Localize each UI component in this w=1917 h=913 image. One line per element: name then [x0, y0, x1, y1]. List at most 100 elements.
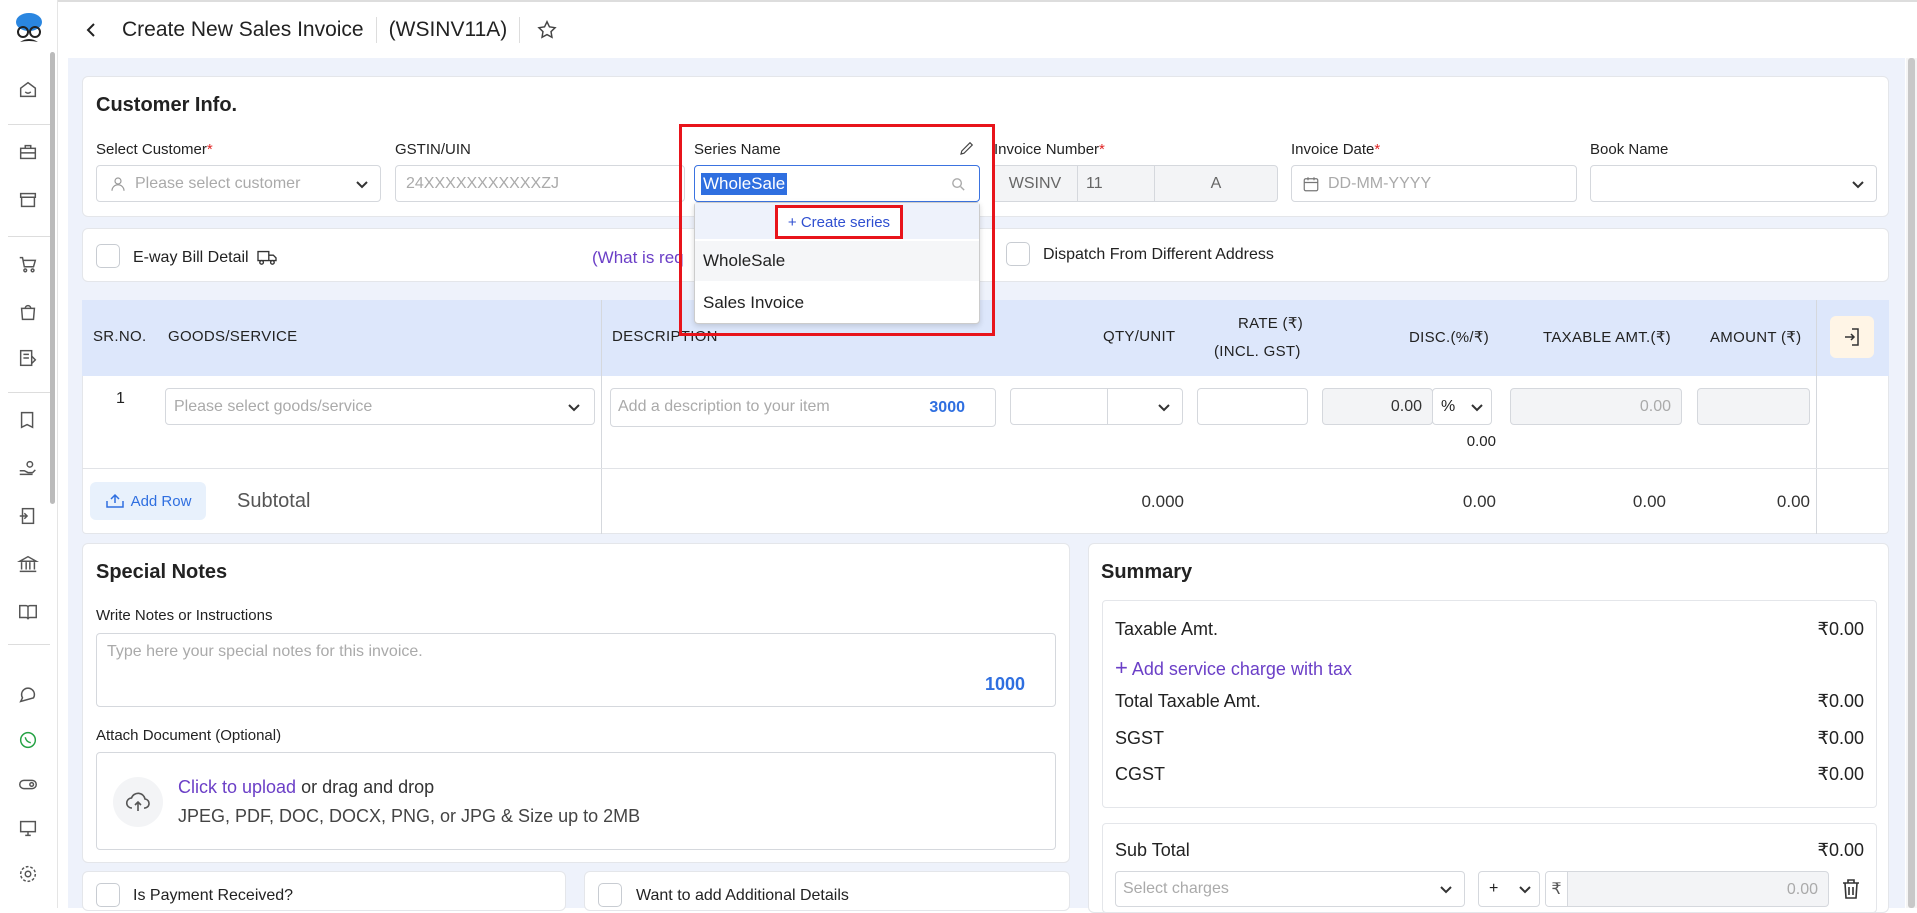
- book-name-label: Book Name: [1590, 141, 1669, 158]
- eway-bill-checkbox[interactable]: [96, 244, 120, 268]
- gstin-placeholder: 24XXXXXXXXXXXZJ: [406, 174, 559, 192]
- sub-total-label: Sub Total: [1115, 840, 1190, 860]
- taxable-amt-value: ₹0.00: [1817, 619, 1865, 639]
- charge-amount-value: 0.00: [1786, 881, 1818, 898]
- star-icon[interactable]: [534, 17, 560, 43]
- app-logo-icon[interactable]: [12, 10, 46, 50]
- settings-gear-icon[interactable]: [14, 860, 42, 888]
- invoice-date-input[interactable]: DD-MM-YYYY: [1291, 165, 1577, 202]
- truck-icon: [257, 250, 277, 265]
- description-char-count: 3000: [929, 399, 965, 416]
- page-scrollbar[interactable]: [1906, 58, 1917, 908]
- row-sr: 1: [116, 390, 125, 407]
- dispatch-label: Dispatch From Different Address: [1043, 246, 1274, 263]
- select-customer-dropdown[interactable]: Please select customer: [96, 165, 381, 202]
- monitor-icon[interactable]: [14, 814, 42, 842]
- gstin-input[interactable]: 24XXXXXXXXXXXZJ: [395, 165, 685, 202]
- toggle-icon[interactable]: [14, 770, 42, 798]
- dispatch-checkbox[interactable]: [1006, 242, 1030, 266]
- rupee-prefix: ₹: [1546, 872, 1568, 906]
- amount-field: [1697, 388, 1810, 425]
- invoice-number-input[interactable]: 11: [1077, 166, 1155, 201]
- col-goods: GOODS/SERVICE: [168, 328, 298, 345]
- summary-heading: Summary: [1101, 561, 1193, 583]
- trash-icon[interactable]: [1840, 877, 1864, 901]
- hand-money-icon[interactable]: [14, 454, 42, 482]
- shopping-bag-icon[interactable]: [14, 298, 42, 326]
- calendar-icon: [1303, 176, 1319, 191]
- add-row-label: Add Row: [130, 492, 192, 510]
- disc-amount: 0.00: [1466, 433, 1496, 450]
- invoice-date-placeholder: DD-MM-YYYY: [1328, 174, 1432, 192]
- eway-bill-label: E-way Bill Detail: [133, 248, 278, 267]
- select-customer-label: Select Customer*: [96, 141, 213, 158]
- cart-icon[interactable]: [14, 250, 42, 278]
- book-name-dropdown[interactable]: [1590, 165, 1877, 202]
- invoice-number-label: Invoice Number*: [994, 141, 1105, 158]
- back-arrow-icon[interactable]: [78, 17, 104, 43]
- qty-input[interactable]: [1011, 389, 1108, 424]
- chat-icon[interactable]: [14, 682, 42, 710]
- charge-sign-select[interactable]: +: [1478, 871, 1540, 907]
- disc-unit-value: %: [1441, 397, 1456, 415]
- subtotal-amount: 0.00: [1776, 492, 1810, 511]
- disc-input[interactable]: 0.00: [1322, 388, 1433, 425]
- briefcase-icon[interactable]: [14, 138, 42, 166]
- insert-column-icon: [1845, 328, 1859, 346]
- subtotal-taxable: 0.00: [1632, 492, 1666, 511]
- customer-info-heading: Customer Info.: [96, 94, 238, 116]
- ledger-icon[interactable]: [14, 406, 42, 434]
- whatsapp-icon[interactable]: [14, 726, 42, 754]
- notes-textarea[interactable]: Type here your special notes for this in…: [96, 633, 1056, 707]
- item-description-textarea[interactable]: Add a description to your item 3000: [610, 388, 996, 427]
- chevron-down-icon: [1850, 176, 1866, 197]
- upload-dropzone[interactable]: Click to upload or drag and drop JPEG, P…: [96, 752, 1056, 850]
- additional-details-label: Want to add Additional Details: [636, 887, 849, 904]
- charges-placeholder: Select charges: [1123, 880, 1229, 897]
- bank-icon[interactable]: [14, 550, 42, 578]
- notes-placeholder: Type here your special notes for this in…: [107, 643, 423, 660]
- gstin-label: GSTIN/UIN: [395, 141, 471, 158]
- notes-char-count: 1000: [984, 674, 1025, 694]
- sidebar: [0, 0, 58, 908]
- chevron-down-icon: [1469, 399, 1485, 420]
- sgst-value: ₹0.00: [1817, 728, 1865, 748]
- invoice-prefix: WSINV: [1008, 174, 1062, 192]
- select-customer-placeholder: Please select customer: [135, 174, 301, 192]
- column-settings-button[interactable]: [1830, 316, 1874, 358]
- top-bar: Create New Sales Invoice (WSINV11A): [58, 0, 1917, 58]
- dashboard-icon[interactable]: [14, 76, 42, 104]
- disc-unit-select[interactable]: %: [1432, 388, 1492, 425]
- add-row-icon: [105, 493, 124, 508]
- payment-received-label: Is Payment Received?: [133, 887, 294, 904]
- what-is-required-link[interactable]: (What is req: [592, 248, 684, 268]
- payment-received-checkbox[interactable]: [96, 883, 120, 907]
- exchange-icon[interactable]: [14, 502, 42, 530]
- sidebar-scrollbar[interactable]: [50, 52, 55, 504]
- col-amount: AMOUNT (₹): [1710, 329, 1802, 346]
- upload-hint: JPEG, PDF, DOC, DOCX, PNG, or JPG & Size…: [178, 806, 641, 826]
- charge-sign-value: +: [1489, 880, 1499, 897]
- chevron-down-icon: [1517, 881, 1533, 902]
- book-icon[interactable]: [14, 598, 42, 626]
- add-service-charge-link[interactable]: + Add service charge with tax: [1115, 655, 1352, 681]
- goods-service-dropdown[interactable]: Please select goods/service: [165, 388, 595, 425]
- subtotal-label: Subtotal: [237, 490, 311, 512]
- add-row-button[interactable]: Add Row: [90, 482, 206, 520]
- invoice-code: (WSINV11A): [388, 18, 508, 41]
- rate-input[interactable]: [1197, 388, 1308, 425]
- cgst-label: CGST: [1115, 764, 1166, 784]
- bills-icon[interactable]: [14, 344, 42, 372]
- notes-label: Write Notes or Instructions: [96, 607, 273, 624]
- subtotal-qty: 0.000: [1141, 492, 1184, 511]
- user-icon: [111, 176, 125, 191]
- invoice-date-label: Invoice Date*: [1291, 141, 1381, 158]
- archive-icon[interactable]: [14, 186, 42, 214]
- click-to-upload-link[interactable]: Click to upload: [178, 777, 296, 797]
- invoice-suffix: A: [1210, 174, 1222, 192]
- unit-chevron-down-icon[interactable]: [1156, 399, 1172, 420]
- additional-details-checkbox[interactable]: [598, 883, 622, 907]
- charge-amount-input[interactable]: ₹ 0.00: [1545, 871, 1829, 907]
- subtotal-disc: 0.00: [1462, 492, 1496, 511]
- select-charges-dropdown[interactable]: Select charges: [1115, 871, 1465, 907]
